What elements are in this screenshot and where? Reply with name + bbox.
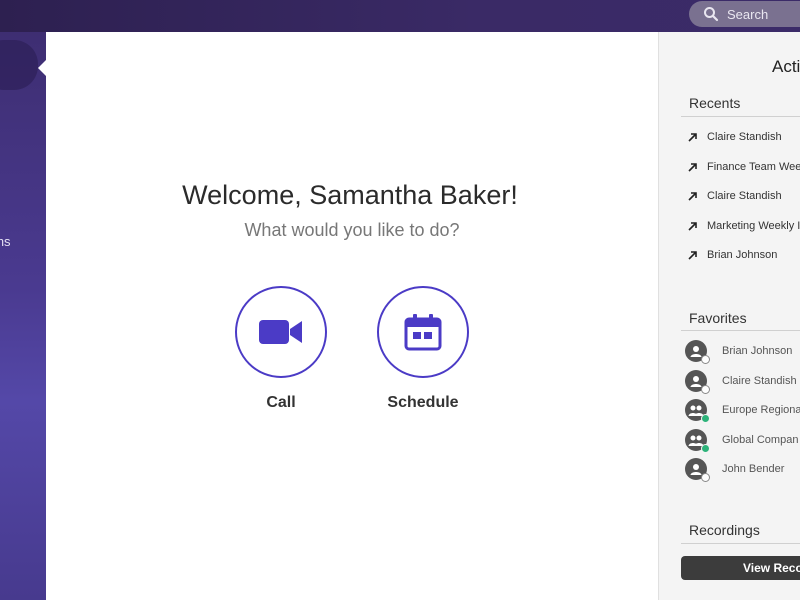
recents-header: Recents	[689, 95, 741, 111]
favorite-label: John Bender	[722, 463, 785, 475]
favorite-item[interactable]: Claire Standish	[685, 369, 797, 394]
search-box[interactable]: Search	[689, 1, 800, 27]
group-avatar-icon	[685, 429, 710, 453]
status-online-icon	[701, 414, 710, 423]
outgoing-arrow-icon	[688, 250, 697, 260]
favorite-item[interactable]: Europe Regiona	[685, 398, 800, 423]
recent-item[interactable]: Finance Team Wee	[687, 157, 800, 177]
favorites-divider	[681, 330, 800, 331]
call-button[interactable]	[235, 286, 327, 378]
schedule-label[interactable]: Schedule	[363, 394, 483, 412]
recent-item-label: Marketing Weekly I	[707, 220, 800, 232]
recent-item-label: Claire Standish	[707, 131, 782, 143]
outgoing-arrow-icon	[688, 221, 697, 231]
sidebar-item-label[interactable]: ems	[0, 234, 11, 249]
recordings-divider	[681, 543, 800, 544]
welcome-subtitle: What would you like to do?	[244, 220, 460, 240]
favorite-label: Claire Standish	[722, 375, 797, 387]
video-camera-icon	[259, 320, 302, 344]
calendar-icon	[404, 314, 442, 351]
call-action: Call	[221, 286, 341, 412]
schedule-action: Schedule	[363, 286, 483, 412]
outgoing-arrow-icon	[688, 191, 697, 201]
status-away-icon	[701, 385, 710, 394]
recent-item[interactable]: Claire Standish	[687, 186, 782, 206]
recent-item[interactable]: Brian Johnson	[687, 245, 777, 265]
favorite-item[interactable]: Global Compan	[685, 428, 799, 453]
view-recordings-button[interactable]: View Reco	[681, 556, 800, 580]
activity-panel: Acti Recents Claire Standish Finance Tea…	[658, 32, 800, 600]
schedule-button[interactable]	[377, 286, 469, 378]
active-pointer	[38, 60, 46, 76]
welcome-heading: Welcome, Samantha Baker!	[182, 180, 518, 210]
list-fade	[681, 274, 800, 284]
recordings-header: Recordings	[689, 522, 760, 538]
sidebar: ems	[0, 32, 46, 600]
person-avatar-icon	[685, 370, 710, 394]
outgoing-arrow-icon	[688, 132, 697, 142]
top-bar: Search	[0, 0, 800, 32]
recents-divider	[681, 116, 800, 117]
panel-title: Acti	[772, 57, 800, 76]
list-fade	[681, 484, 800, 494]
favorite-label: Europe Regiona	[722, 404, 800, 416]
search-icon	[704, 7, 719, 22]
favorite-item[interactable]: John Bender	[685, 457, 785, 482]
status-away-icon	[701, 355, 710, 364]
call-label[interactable]: Call	[221, 394, 341, 412]
favorites-header: Favorites	[689, 310, 747, 326]
main-content: Welcome, Samantha Baker! What would you …	[46, 32, 658, 600]
person-avatar-icon	[685, 458, 710, 482]
recent-item-label: Claire Standish	[707, 190, 782, 202]
recent-item-label: Finance Team Wee	[707, 161, 800, 173]
recent-item-label: Brian Johnson	[707, 249, 778, 261]
status-away-icon	[701, 473, 710, 482]
group-avatar-icon	[685, 399, 710, 423]
favorite-label: Brian Johnson	[722, 345, 793, 357]
status-online-icon	[701, 444, 710, 453]
recent-item[interactable]: Marketing Weekly I	[687, 216, 800, 236]
favorite-item[interactable]: Brian Johnson	[685, 339, 793, 364]
recent-item[interactable]: Claire Standish	[687, 127, 782, 147]
sidebar-active-item[interactable]	[0, 40, 38, 90]
favorite-label: Global Compan	[722, 434, 799, 446]
search-placeholder: Search	[727, 6, 769, 22]
person-avatar-icon	[685, 340, 710, 364]
outgoing-arrow-icon	[688, 162, 697, 172]
